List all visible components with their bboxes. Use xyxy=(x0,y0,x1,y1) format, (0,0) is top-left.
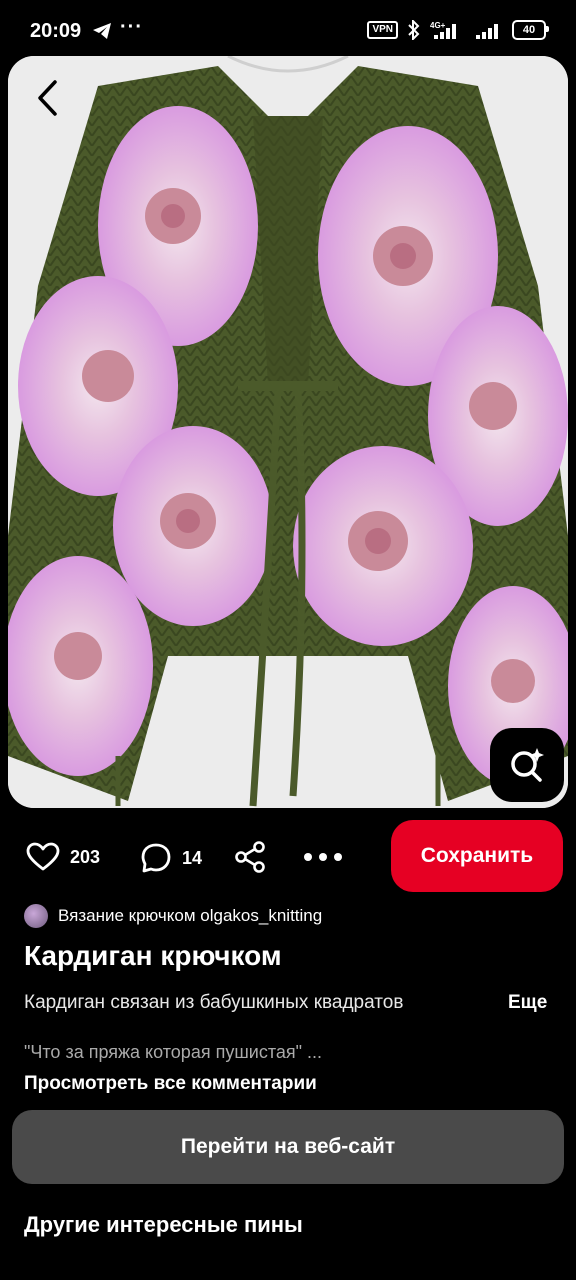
granny-square xyxy=(113,426,273,626)
comment-count: 14 xyxy=(182,847,203,868)
comment-preview[interactable]: "Что за пряжа которая пушистая" ... xyxy=(24,1042,322,1063)
author-name: Вязание крючком olgakos_knitting xyxy=(58,906,323,925)
more-icon xyxy=(304,853,342,861)
action-bar: 203 14 Сохранить xyxy=(0,820,576,894)
author-row[interactable]: Вязание крючком olgakos_knitting xyxy=(24,904,322,928)
visual-search-icon xyxy=(511,748,544,782)
bluetooth-icon xyxy=(408,20,420,40)
status-bar: 20:09 ··· VPN 4G+ 40 xyxy=(0,0,576,56)
pin-image[interactable] xyxy=(8,56,568,808)
comments-button[interactable]: 14 xyxy=(140,842,202,874)
share-button[interactable] xyxy=(234,840,266,879)
visual-search-button[interactable] xyxy=(490,728,564,802)
save-button[interactable]: Сохранить xyxy=(391,820,563,892)
battery-icon: 40 xyxy=(512,20,549,40)
more-options-button[interactable] xyxy=(302,840,344,879)
share-icon xyxy=(235,841,265,873)
vpn-badge: VPN xyxy=(367,21,398,39)
back-button[interactable] xyxy=(22,72,72,124)
granny-square xyxy=(8,556,153,776)
status-time: 20:09 xyxy=(30,20,82,42)
back-arrow-icon xyxy=(38,80,57,116)
status-icons: VPN 4G+ 40 xyxy=(367,20,549,40)
more-pins-heading: Другие интересные пины xyxy=(24,1212,303,1237)
telegram-icon xyxy=(93,23,111,39)
heart-icon xyxy=(26,842,60,871)
comment-icon xyxy=(141,843,171,873)
like-count: 203 xyxy=(70,846,101,867)
svg-text:4G+: 4G+ xyxy=(430,21,446,30)
signal-icon xyxy=(476,24,498,39)
pin-title: Кардиган крючком xyxy=(24,940,282,971)
avatar xyxy=(24,904,48,928)
cardigan-illustration xyxy=(8,56,568,808)
like-button[interactable]: 203 xyxy=(26,842,100,872)
pin-description: Кардиган связан из бабушкиных квадратов xyxy=(24,992,404,1013)
signal-4g-icon: 4G+ xyxy=(430,21,456,39)
visit-website-button[interactable]: Перейти на веб-сайт xyxy=(12,1110,564,1184)
view-all-comments-link[interactable]: Просмотреть все комментарии xyxy=(24,1073,317,1095)
granny-square xyxy=(293,446,473,646)
show-more-link[interactable]: Еще xyxy=(508,992,547,1014)
notification-dots: ··· xyxy=(120,16,143,38)
